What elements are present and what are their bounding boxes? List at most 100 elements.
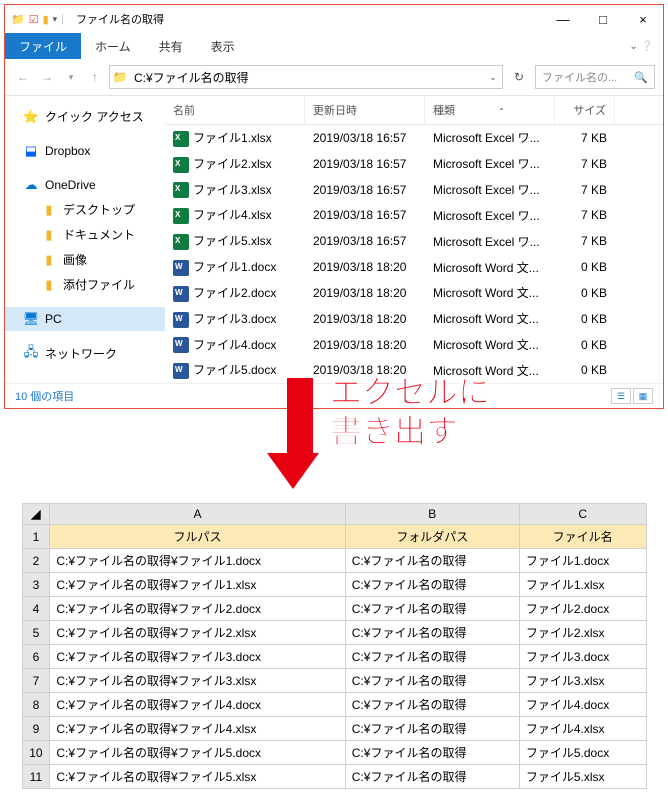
row-head[interactable]: 2 bbox=[22, 549, 50, 573]
file-row[interactable]: Wファイル2.docx2019/03/18 18:20Microsoft Wor… bbox=[165, 280, 663, 306]
file-row[interactable]: Xファイル2.xlsx2019/03/18 16:57Microsoft Exc… bbox=[165, 151, 663, 177]
cell[interactable]: C:¥ファイル名の取得¥ファイル2.xlsx bbox=[50, 621, 345, 645]
forward-button[interactable]: → bbox=[37, 67, 57, 87]
tab-file[interactable]: ファイル bbox=[5, 33, 81, 59]
sidebar-item-pictures[interactable]: ▮画像 bbox=[5, 247, 165, 272]
cell[interactable]: C:¥ファイル名の取得¥ファイル3.xlsx bbox=[50, 669, 345, 693]
cell[interactable]: ファイル2.docx bbox=[519, 597, 646, 621]
row-head[interactable]: 5 bbox=[22, 621, 50, 645]
file-row[interactable]: Wファイル1.docx2019/03/18 18:20Microsoft Wor… bbox=[165, 254, 663, 280]
cell[interactable]: C:¥ファイル名の取得 bbox=[345, 693, 519, 717]
cell[interactable]: ファイル1.docx bbox=[519, 549, 646, 573]
sidebar-item-attachments[interactable]: ▮ 添付ファイル bbox=[5, 272, 165, 297]
excel-grid: ◢ A B C 1フルパスフォルダパスファイル名2C:¥ファイル名の取得¥ファイ… bbox=[22, 503, 647, 789]
cell[interactable]: ファイル4.xlsx bbox=[519, 717, 646, 741]
row-head[interactable]: 3 bbox=[22, 573, 50, 597]
cell[interactable]: C:¥ファイル名の取得¥ファイル5.xlsx bbox=[50, 765, 345, 789]
sidebar-item-dropbox[interactable]: ⬓Dropbox bbox=[5, 139, 165, 163]
cell[interactable]: C:¥ファイル名の取得¥ファイル4.xlsx bbox=[50, 717, 345, 741]
col-c[interactable]: C bbox=[519, 504, 646, 525]
address-input[interactable] bbox=[130, 70, 484, 84]
row-head[interactable]: 11 bbox=[22, 765, 50, 789]
cell[interactable]: C:¥ファイル名の取得 bbox=[345, 549, 519, 573]
cell[interactable]: ファイル3.xlsx bbox=[519, 669, 646, 693]
row-head[interactable]: 8 bbox=[22, 693, 50, 717]
cell[interactable]: ファイル5.xlsx bbox=[519, 765, 646, 789]
file-row[interactable]: Wファイル4.docx2019/03/18 18:20Microsoft Wor… bbox=[165, 332, 663, 358]
cell[interactable]: C:¥ファイル名の取得 bbox=[345, 765, 519, 789]
cell[interactable]: C:¥ファイル名の取得¥ファイル1.xlsx bbox=[50, 573, 345, 597]
col-b[interactable]: B bbox=[345, 504, 519, 525]
sidebar-item-desktop[interactable]: ▮デスクトップ bbox=[5, 197, 165, 222]
folder-icon: ▮ bbox=[41, 277, 57, 293]
cell[interactable]: C:¥ファイル名の取得 bbox=[345, 645, 519, 669]
view-details-button[interactable]: ☰ bbox=[611, 388, 631, 404]
qat-dropdown-icon[interactable]: ▾ bbox=[53, 14, 58, 25]
cell[interactable]: ファイル3.docx bbox=[519, 645, 646, 669]
file-row[interactable]: Wファイル3.docx2019/03/18 18:20Microsoft Wor… bbox=[165, 306, 663, 332]
file-row[interactable]: Xファイル4.xlsx2019/03/18 16:57Microsoft Exc… bbox=[165, 202, 663, 228]
file-row[interactable]: Xファイル1.xlsx2019/03/18 16:57Microsoft Exc… bbox=[165, 125, 663, 151]
cell[interactable]: C:¥ファイル名の取得¥ファイル2.docx bbox=[50, 597, 345, 621]
header-cell[interactable]: フルパス bbox=[50, 525, 345, 549]
sidebar-item-pc[interactable]: 🖥PC bbox=[5, 307, 165, 331]
xlsx-icon: X bbox=[173, 157, 189, 173]
header-cell[interactable]: ファイル名 bbox=[519, 525, 646, 549]
history-dropdown[interactable]: ▾ bbox=[61, 67, 81, 87]
up-button[interactable]: ↑ bbox=[85, 67, 105, 87]
tab-home[interactable]: ホーム bbox=[81, 34, 145, 59]
close-button[interactable]: × bbox=[623, 5, 663, 33]
maximize-button[interactable]: □ bbox=[583, 5, 623, 33]
window-title: ファイル名の取得 bbox=[70, 11, 543, 27]
cell[interactable]: C:¥ファイル名の取得¥ファイル3.docx bbox=[50, 645, 345, 669]
cell[interactable]: C:¥ファイル名の取得¥ファイル4.docx bbox=[50, 693, 345, 717]
column-headers: 名前 更新日時 種類 ⌃ サイズ bbox=[165, 96, 663, 125]
search-input[interactable]: ファイル名の... 🔍 bbox=[535, 65, 655, 89]
address-bar[interactable]: 📁 ⌄ bbox=[109, 65, 503, 89]
row-head[interactable]: 9 bbox=[22, 717, 50, 741]
cell[interactable]: ファイル2.xlsx bbox=[519, 621, 646, 645]
file-row[interactable]: Xファイル3.xlsx2019/03/18 16:57Microsoft Exc… bbox=[165, 177, 663, 203]
ribbon-expand-icon[interactable]: ⌄ ❔ bbox=[619, 41, 663, 52]
col-date[interactable]: 更新日時 bbox=[305, 96, 425, 124]
cell[interactable]: C:¥ファイル名の取得 bbox=[345, 597, 519, 621]
select-all-corner[interactable]: ◢ bbox=[22, 504, 50, 525]
sidebar-item-network[interactable]: 🖧ネットワーク bbox=[5, 341, 165, 366]
refresh-button[interactable]: ↻ bbox=[507, 65, 531, 89]
search-icon: 🔍 bbox=[634, 71, 648, 84]
col-a[interactable]: A bbox=[50, 504, 345, 525]
cell[interactable]: C:¥ファイル名の取得 bbox=[345, 621, 519, 645]
cell[interactable]: C:¥ファイル名の取得 bbox=[345, 717, 519, 741]
row-head[interactable]: 1 bbox=[22, 525, 50, 549]
row-head[interactable]: 4 bbox=[22, 597, 50, 621]
tab-share[interactable]: 共有 bbox=[145, 34, 197, 59]
header-cell[interactable]: フォルダパス bbox=[345, 525, 519, 549]
row-head[interactable]: 7 bbox=[22, 669, 50, 693]
annotation: エクセルに 書き出す bbox=[0, 413, 668, 503]
back-button[interactable]: ← bbox=[13, 67, 33, 87]
cell[interactable]: C:¥ファイル名の取得 bbox=[345, 741, 519, 765]
sidebar-label: Dropbox bbox=[45, 144, 90, 158]
cell[interactable]: C:¥ファイル名の取得 bbox=[345, 669, 519, 693]
file-row[interactable]: Xファイル5.xlsx2019/03/18 16:57Microsoft Exc… bbox=[165, 228, 663, 254]
col-name[interactable]: 名前 bbox=[165, 96, 305, 124]
tab-view[interactable]: 表示 bbox=[197, 34, 249, 59]
cell[interactable]: C:¥ファイル名の取得 bbox=[345, 573, 519, 597]
cell[interactable]: C:¥ファイル名の取得¥ファイル1.docx bbox=[50, 549, 345, 573]
col-type[interactable]: 種類 ⌃ bbox=[425, 96, 555, 124]
sidebar-label: 添付ファイル bbox=[63, 276, 135, 293]
row-head[interactable]: 6 bbox=[22, 645, 50, 669]
address-dropdown-icon[interactable]: ⌄ bbox=[484, 72, 502, 83]
sidebar-item-onedrive[interactable]: ☁OneDrive bbox=[5, 173, 165, 197]
cell[interactable]: C:¥ファイル名の取得¥ファイル5.docx bbox=[50, 741, 345, 765]
cell[interactable]: ファイル4.docx bbox=[519, 693, 646, 717]
cell[interactable]: ファイル5.docx bbox=[519, 741, 646, 765]
col-size[interactable]: サイズ bbox=[555, 96, 615, 124]
sidebar-item-quick-access[interactable]: ⭐クイック アクセス bbox=[5, 104, 165, 129]
cell[interactable]: ファイル1.xlsx bbox=[519, 573, 646, 597]
view-icons-button[interactable]: ▦ bbox=[633, 388, 653, 404]
minimize-button[interactable]: — bbox=[543, 5, 583, 33]
sidebar-item-documents[interactable]: ▮ドキュメント bbox=[5, 222, 165, 247]
row-head[interactable]: 10 bbox=[22, 741, 50, 765]
docx-icon: W bbox=[173, 260, 189, 276]
